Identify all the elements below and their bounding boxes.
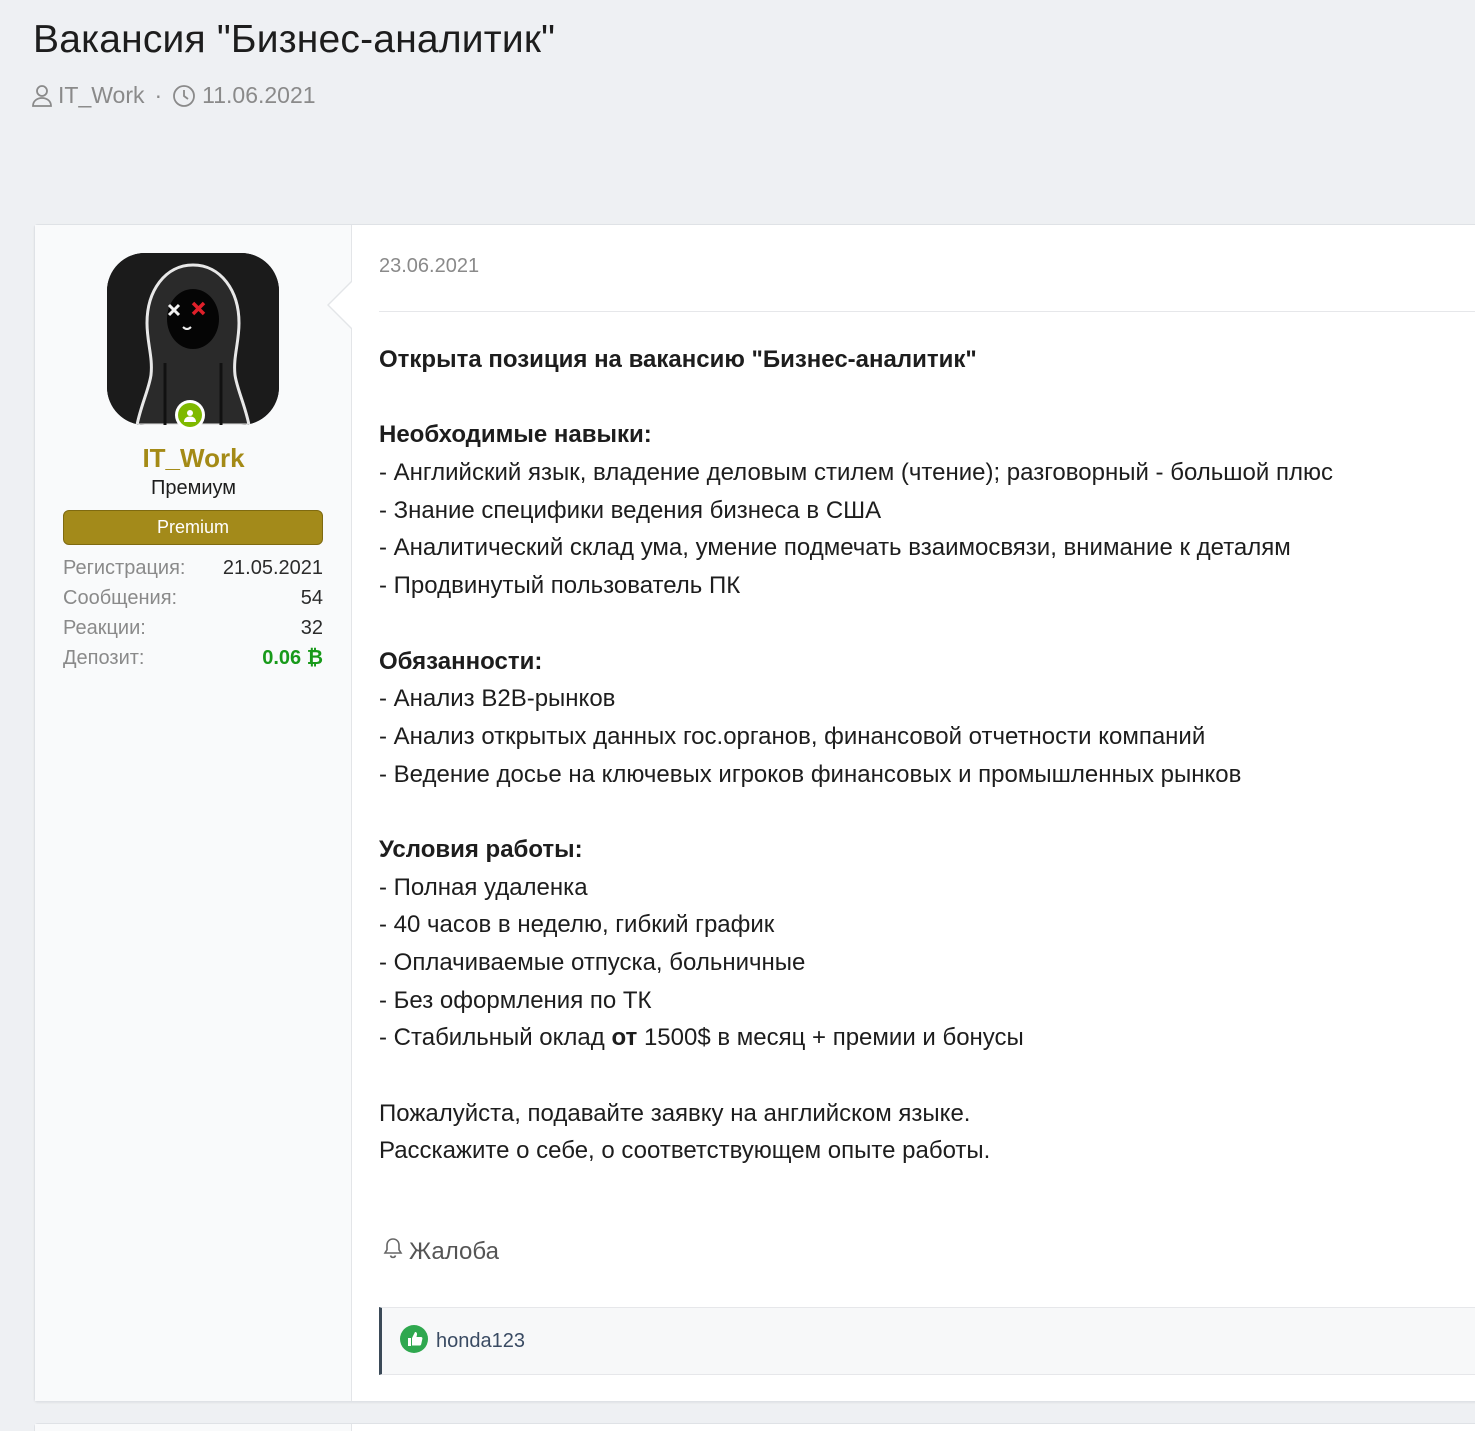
stat-value: 32 — [300, 617, 323, 639]
post: IT_Work Премиум Premium Регистрация: 21.… — [34, 224, 1475, 1402]
stat-label: Депозит: — [63, 647, 145, 669]
list-item: - Аналитический склад ума, умение подмеч… — [379, 534, 1291, 562]
user-icon — [32, 84, 52, 108]
report-button[interactable]: Жалоба — [383, 1237, 499, 1266]
list-item-salary: - Стабильный оклад от 1500$ в месяц + пр… — [379, 1019, 1475, 1057]
post-arrow — [327, 281, 352, 329]
next-post — [34, 1423, 1475, 1431]
stat-label: Регистрация: — [63, 557, 186, 579]
list-item: - Анализ B2B-рынков — [379, 685, 616, 713]
list-item: - Без оформления по ТК — [379, 986, 652, 1014]
user-banner: Premium — [63, 510, 323, 545]
stat-label: Реакции: — [63, 617, 146, 639]
user-title: Премиум — [150, 477, 237, 499]
clock-icon — [172, 84, 196, 108]
reaction-user-link[interactable]: honda123 — [436, 1330, 525, 1353]
stat-value-deposit: 0.06 ₿ — [262, 647, 323, 669]
post-date-link[interactable]: 23.06.2021 — [379, 255, 479, 278]
stat-value[interactable]: 54 — [301, 583, 323, 613]
list-item: - Английский язык, владение деловым стил… — [379, 459, 1333, 487]
thread-meta: IT_Work · 11.06.2021 — [32, 82, 316, 109]
user-stats: Регистрация: 21.05.2021 Сообщения: 54 Ре… — [63, 553, 323, 673]
post-body: Открыта позиция на вакансию "Бизнес-анал… — [379, 341, 1475, 1170]
stat-reactions: Реакции: 32 — [63, 613, 323, 643]
post-heading: Открыта позиция на вакансию "Бизнес-анал… — [379, 346, 977, 373]
salary-bold: от — [611, 1024, 638, 1052]
next-post-user-cell — [35, 1424, 352, 1431]
online-indicator-icon — [175, 400, 205, 430]
bell-icon — [383, 1237, 403, 1266]
stat-label: Сообщения: — [63, 587, 178, 609]
reactions-bar: honda123 — [379, 1307, 1475, 1375]
thread-date-link[interactable]: 11.06.2021 — [202, 82, 315, 109]
conditions-title: Условия работы: — [379, 835, 583, 863]
stat-registration: Регистрация: 21.05.2021 — [63, 553, 323, 583]
avatar[interactable] — [107, 253, 279, 425]
post-user-cell: IT_Work Премиум Premium Регистрация: 21.… — [35, 225, 352, 1401]
stat-messages: Сообщения: 54 — [63, 583, 323, 613]
list-item: - Оплачиваемые отпуска, больничные — [379, 949, 806, 976]
closing-text: Расскажите о себе, о соответствующем опы… — [379, 1137, 991, 1165]
salary-prefix: - Стабильный оклад — [379, 1024, 612, 1052]
post-content: 23.06.2021 Открыта позиция на вакансию "… — [379, 225, 1475, 1401]
list-item: - 40 часов в неделю, гибкий график — [379, 911, 775, 939]
meta-separator: · — [154, 82, 163, 108]
list-item: - Продвинутый пользователь ПК — [379, 572, 741, 600]
post-divider — [379, 311, 1475, 312]
thread-author-link[interactable]: IT_Work — [58, 82, 144, 109]
post-username[interactable]: IT_Work — [35, 443, 352, 474]
closing-text: Пожалуйста, подавайте заявку на английск… — [379, 1099, 971, 1127]
list-item: - Полная удаленка — [379, 873, 588, 901]
stat-deposit: Депозит: 0.06 ₿ — [63, 643, 323, 673]
page-title: Вакансия "Бизнес-аналитик" — [33, 18, 556, 61]
list-item: - Знание специфики ведения бизнеса в США — [379, 496, 882, 524]
salary-suffix: 1500$ в месяц + премии и бонусы — [637, 1024, 1024, 1052]
list-item: - Ведение досье на ключевых игроков фина… — [379, 760, 1242, 788]
list-item: - Анализ открытых данных гос.органов, фи… — [379, 722, 1206, 750]
like-icon[interactable] — [400, 1324, 428, 1358]
report-label: Жалоба — [409, 1237, 499, 1265]
skills-title: Необходимые навыки: — [379, 421, 652, 449]
stat-value: 21.05.2021 — [222, 557, 323, 579]
duties-title: Обязанности: — [379, 647, 543, 675]
